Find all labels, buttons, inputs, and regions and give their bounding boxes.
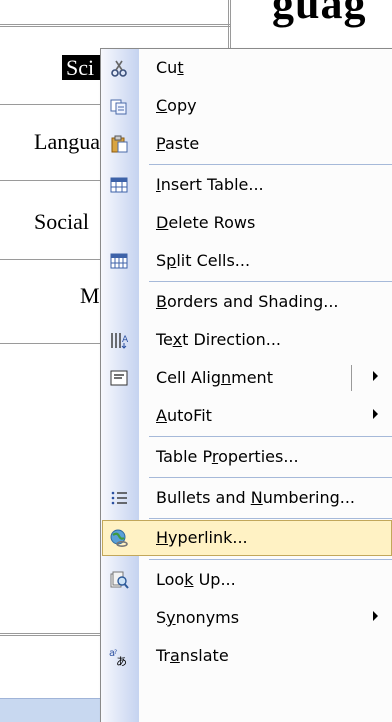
insert-table-icon: [108, 175, 130, 195]
submenu-arrow-icon: [373, 611, 378, 621]
copy-icon: [108, 96, 130, 116]
submenu-split-divider: [351, 365, 352, 391]
menu-item-copy[interactable]: Copy: [101, 87, 392, 125]
cell-alignment-icon: [108, 368, 130, 388]
menu-item-delete-rows[interactable]: Delete Rows: [101, 204, 392, 242]
menu-separator: [149, 436, 392, 437]
svg-text:あ: あ: [116, 655, 127, 666]
lookup-icon: [108, 570, 130, 590]
menu-item-table-properties[interactable]: Table Properties...: [101, 438, 392, 476]
menu-item-cell-alignment[interactable]: Cell Alignment: [101, 359, 392, 397]
menu-item-synonyms[interactable]: Synonyms: [101, 599, 392, 637]
menu-item-insert-table[interactable]: Insert Table...: [101, 166, 392, 204]
bullets-icon: [108, 488, 130, 508]
menu-item-look-up[interactable]: Look Up...: [101, 561, 392, 599]
menu-item-autofit[interactable]: AutoFit: [101, 397, 392, 435]
menu-item-borders-shading[interactable]: Borders and Shading...: [101, 283, 392, 321]
submenu-arrow-icon: [373, 409, 378, 419]
menu-separator: [149, 477, 392, 478]
menu-item-paste[interactable]: Paste: [101, 125, 392, 163]
menu-item-hyperlink[interactable]: Hyperlink...: [101, 519, 392, 557]
menu-item-cut[interactable]: Cut: [101, 49, 392, 87]
translate-icon: a? あ: [108, 646, 130, 666]
table-row-border: [0, 24, 230, 27]
paste-icon: [108, 134, 130, 154]
menu-item-bullets-numbering[interactable]: Bullets and Numbering...: [101, 479, 392, 517]
menu-separator: [149, 281, 392, 282]
hyperlink-icon: [108, 528, 130, 548]
menu-item-translate[interactable]: a? あ Translate: [101, 637, 392, 675]
table-cell-math[interactable]: M: [80, 283, 100, 309]
menu-separator: [149, 164, 392, 165]
split-cells-icon: [108, 251, 130, 271]
svg-text:A: A: [122, 335, 129, 345]
submenu-arrow-icon[interactable]: [373, 371, 378, 381]
text-direction-icon: A: [108, 330, 130, 350]
menu-item-split-cells[interactable]: Split Cells...: [101, 242, 392, 280]
menu-item-text-direction[interactable]: A Text Direction...: [101, 321, 392, 359]
context-menu: Cut Copy Paste Insert Table... Delete Ro…: [100, 48, 392, 722]
heading-fragment: guag: [272, 0, 367, 28]
scissors-icon: [108, 58, 130, 78]
menu-separator: [149, 559, 392, 560]
table-cell-language[interactable]: Langua: [34, 129, 100, 155]
table-cell-social[interactable]: Social: [34, 209, 89, 235]
